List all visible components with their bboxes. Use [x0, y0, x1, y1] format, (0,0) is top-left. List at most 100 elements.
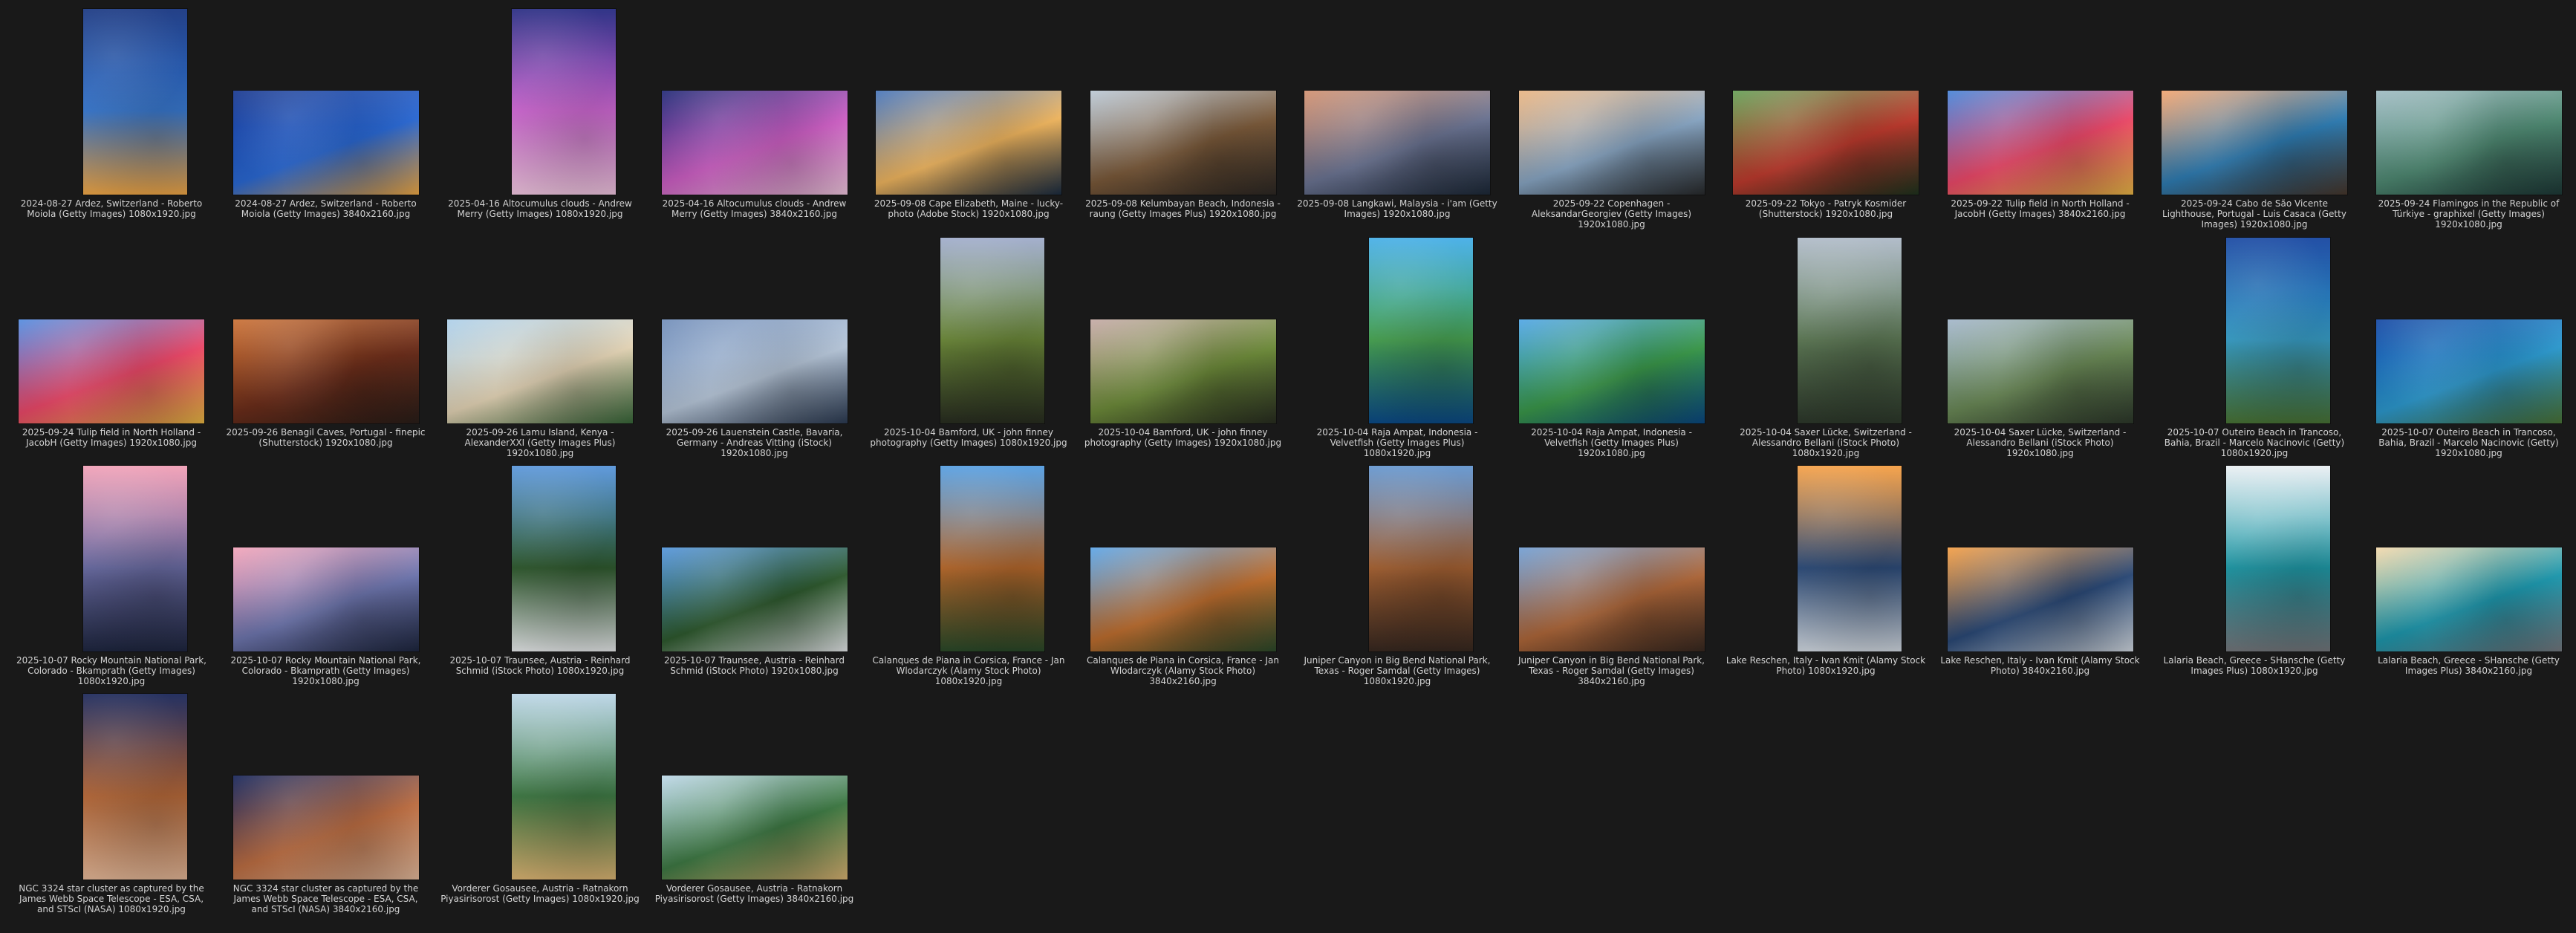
file-thumbnail[interactable] [940, 466, 1044, 651]
file-tile[interactable]: 2025-10-04 Saxer Lücke, Switzerland - Al… [1726, 236, 1926, 459]
file-tile[interactable]: 2025-09-08 Kelumbayan Beach, Indonesia -… [1083, 7, 1284, 230]
thumbnail-frame[interactable] [11, 7, 212, 195]
file-thumbnail[interactable] [1518, 91, 1705, 195]
file-tile[interactable]: 2025-09-26 Lauenstein Castle, Bavaria, G… [654, 236, 855, 459]
thumbnail-frame[interactable] [1297, 7, 1497, 195]
file-thumbnail[interactable] [2226, 466, 2330, 651]
file-tile[interactable]: Juniper Canyon in Big Bend National Park… [1512, 464, 1712, 687]
file-thumbnail[interactable] [232, 319, 419, 423]
file-thumbnail[interactable] [1947, 547, 2133, 651]
file-tile[interactable]: Vorderer Gosausee, Austria - Ratnakorn P… [654, 692, 855, 915]
thumbnail-frame[interactable] [11, 692, 212, 880]
file-tile[interactable]: 2025-09-08 Cape Elizabeth, Maine - lucky… [868, 7, 1069, 230]
file-thumbnail[interactable] [1798, 238, 1902, 423]
thumbnail-frame[interactable] [654, 7, 855, 195]
file-tile[interactable]: Lake Reschen, Italy - Ivan Kmit (Alamy S… [1726, 464, 1926, 687]
thumbnail-frame[interactable] [226, 236, 426, 423]
thumbnail-frame[interactable] [440, 7, 640, 195]
thumbnail-frame[interactable] [2154, 464, 2355, 651]
file-thumbnail[interactable] [1947, 91, 2133, 195]
thumbnail-frame[interactable] [1512, 7, 1712, 195]
thumbnail-frame[interactable] [2369, 464, 2569, 651]
file-tile[interactable]: 2025-10-04 Raja Ampat, Indonesia - Velve… [1512, 236, 1712, 459]
thumbnail-frame[interactable] [654, 464, 855, 651]
file-tile[interactable]: 2024-08-27 Ardez, Switzerland - Roberto … [11, 7, 212, 230]
file-thumbnail[interactable] [1369, 466, 1473, 651]
file-tile[interactable]: 2025-09-24 Tulip field in North Holland … [11, 236, 212, 459]
thumbnail-frame[interactable] [1297, 236, 1497, 423]
file-thumbnail[interactable] [661, 319, 848, 423]
file-thumbnail[interactable] [232, 547, 419, 651]
thumbnail-frame[interactable] [1083, 464, 1284, 651]
file-tile[interactable]: 2025-09-22 Tulip field in North Holland … [1940, 7, 2141, 230]
file-thumbnail[interactable] [83, 694, 187, 880]
thumbnail-frame[interactable] [2369, 7, 2569, 195]
file-thumbnail[interactable] [83, 9, 187, 195]
file-tile[interactable]: 2025-09-22 Tokyo - Patryk Kosmider (Shut… [1726, 7, 1926, 230]
file-tile[interactable]: Lalaria Beach, Greece - SHansche (Getty … [2369, 464, 2569, 687]
file-thumbnail[interactable] [1090, 319, 1276, 423]
file-tile[interactable]: 2025-09-26 Lamu Island, Kenya - Alexande… [440, 236, 640, 459]
file-tile[interactable]: 2025-09-24 Cabo de São Vicente Lighthous… [2154, 7, 2355, 230]
thumbnail-frame[interactable] [1940, 7, 2141, 195]
file-tile[interactable]: Lake Reschen, Italy - Ivan Kmit (Alamy S… [1940, 464, 2141, 687]
file-thumbnail[interactable] [1090, 547, 1276, 651]
file-tile[interactable]: Calanques de Piana in Corsica, France - … [868, 464, 1069, 687]
file-thumbnail[interactable] [2375, 91, 2562, 195]
file-tile[interactable]: 2025-10-04 Bamford, UK - john finney pho… [868, 236, 1069, 459]
file-tile[interactable]: 2025-10-07 Outeiro Beach in Trancoso, Ba… [2154, 236, 2355, 459]
thumbnail-frame[interactable] [11, 464, 212, 651]
file-tile[interactable]: Lalaria Beach, Greece - SHansche (Getty … [2154, 464, 2355, 687]
file-tile[interactable]: 2025-09-26 Benagil Caves, Portugal - fin… [226, 236, 426, 459]
thumbnail-frame[interactable] [868, 7, 1069, 195]
file-thumbnail[interactable] [232, 91, 419, 195]
file-tile[interactable]: NGC 3324 star cluster as captured by the… [226, 692, 426, 915]
thumbnail-frame[interactable] [2154, 7, 2355, 195]
file-thumbnail[interactable] [1947, 319, 2133, 423]
file-thumbnail[interactable] [661, 776, 848, 880]
file-thumbnail[interactable] [19, 319, 204, 423]
thumbnail-frame[interactable] [226, 7, 426, 195]
file-tile[interactable]: 2025-10-04 Raja Ampat, Indonesia - Velve… [1297, 236, 1497, 459]
thumbnail-frame[interactable] [654, 692, 855, 880]
file-thumbnail[interactable] [2226, 238, 2330, 423]
file-thumbnail[interactable] [1733, 91, 1919, 195]
file-thumbnail[interactable] [661, 547, 848, 651]
file-thumbnail[interactable] [1369, 238, 1473, 423]
file-tile[interactable]: 2025-10-07 Rocky Mountain National Park,… [11, 464, 212, 687]
file-thumbnail[interactable] [447, 319, 633, 423]
file-thumbnail[interactable] [512, 694, 616, 880]
file-tile[interactable]: 2025-10-04 Saxer Lücke, Switzerland - Al… [1940, 236, 2141, 459]
file-tile[interactable]: Calanques de Piana in Corsica, France - … [1083, 464, 1284, 687]
thumbnail-frame[interactable] [440, 236, 640, 423]
thumbnail-frame[interactable] [868, 464, 1069, 651]
file-thumbnail[interactable] [876, 91, 1061, 195]
file-tile[interactable]: 2025-10-07 Traunsee, Austria - Reinhard … [440, 464, 640, 687]
file-tile[interactable]: Juniper Canyon in Big Bend National Park… [1297, 464, 1497, 687]
thumbnail-frame[interactable] [11, 236, 212, 423]
file-thumbnail[interactable] [2375, 319, 2562, 423]
file-tile[interactable]: 2025-09-08 Langkawi, Malaysia - i'am (Ge… [1297, 7, 1497, 230]
file-thumbnail[interactable] [232, 776, 419, 880]
file-thumbnail[interactable] [1304, 91, 1490, 195]
thumbnail-frame[interactable] [654, 236, 855, 423]
file-tile[interactable]: 2025-04-16 Altocumulus clouds - Andrew M… [654, 7, 855, 230]
file-thumbnail[interactable] [1518, 547, 1705, 651]
thumbnail-frame[interactable] [1940, 236, 2141, 423]
file-thumbnail[interactable] [1518, 319, 1705, 423]
file-tile[interactable]: NGC 3324 star cluster as captured by the… [11, 692, 212, 915]
file-tile[interactable]: Vorderer Gosausee, Austria - Ratnakorn P… [440, 692, 640, 915]
file-tile[interactable]: 2024-08-27 Ardez, Switzerland - Roberto … [226, 7, 426, 230]
thumbnail-frame[interactable] [1726, 236, 1926, 423]
file-thumbnail[interactable] [940, 238, 1044, 423]
thumbnail-frame[interactable] [2154, 236, 2355, 423]
file-tile[interactable]: 2025-09-22 Copenhagen - AleksandarGeorgi… [1512, 7, 1712, 230]
thumbnail-frame[interactable] [1726, 7, 1926, 195]
file-tile[interactable]: 2025-10-07 Outeiro Beach in Trancoso, Ba… [2369, 236, 2569, 459]
file-thumbnail[interactable] [512, 466, 616, 651]
file-thumbnail[interactable] [512, 9, 616, 195]
thumbnail-frame[interactable] [1726, 464, 1926, 651]
file-tile[interactable]: 2025-09-24 Flamingos in the Republic of … [2369, 7, 2569, 230]
thumbnail-frame[interactable] [440, 692, 640, 880]
thumbnail-frame[interactable] [1512, 236, 1712, 423]
